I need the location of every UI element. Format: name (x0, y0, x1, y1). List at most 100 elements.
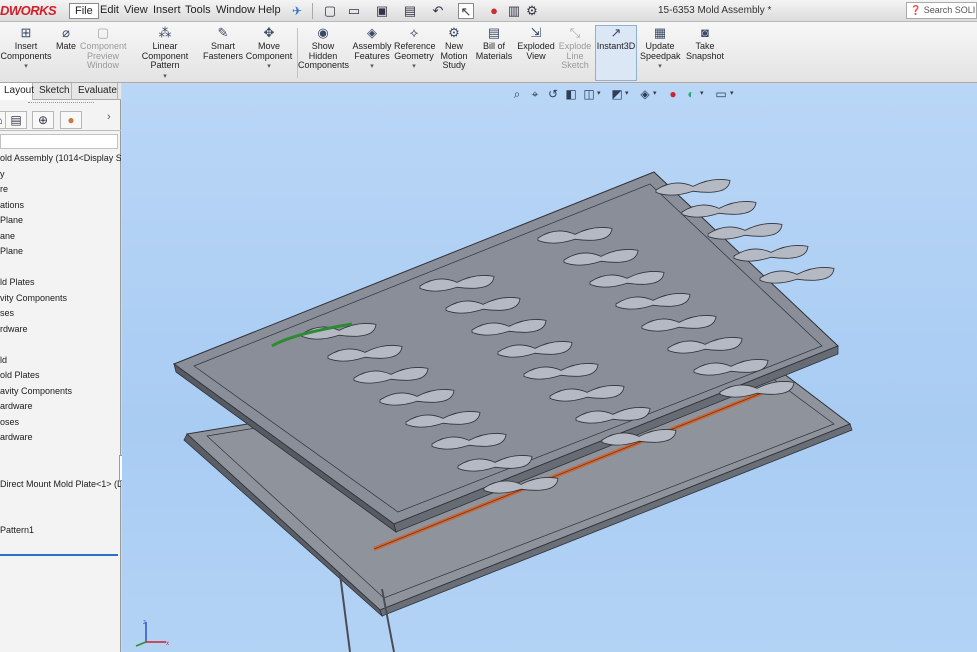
take-snapshot-label: Take Snapshot (685, 41, 725, 61)
bom-label: Bill of Materials (475, 41, 513, 61)
dropdown-caret[interactable]: ▾ (350, 62, 394, 72)
tree-item[interactable]: ane (0, 231, 121, 245)
pane-grip[interactable] (28, 102, 94, 106)
tree-item[interactable]: ld Plates (0, 277, 121, 291)
tree-item[interactable]: re (0, 184, 121, 198)
snapshot-icon: ◙ (701, 25, 709, 40)
dropdown-caret[interactable]: ▾ (640, 62, 680, 72)
tree-item[interactable] (0, 262, 121, 276)
new-icon[interactable]: ▢ (322, 3, 338, 19)
tab-layout[interactable]: Layout (0, 83, 34, 100)
tree-item[interactable]: ations (0, 200, 121, 214)
mate-label: Mate (55, 41, 76, 51)
instant3d-button[interactable]: ↗ Instant3D (595, 25, 637, 81)
chevron-right-icon[interactable]: › (107, 111, 111, 123)
search-input[interactable]: ❓ Search SOLIDWORKS (906, 2, 977, 19)
component-preview-icon: ▢ (96, 25, 110, 40)
print-icon[interactable]: ▤ (402, 3, 418, 19)
selection-line (0, 554, 118, 556)
tree-filter-input[interactable] (0, 134, 118, 149)
dropdown-caret[interactable]: ▾ (244, 62, 294, 72)
insert-components-button[interactable]: ⊞ Insert Components ▾ (0, 26, 52, 72)
tree-item[interactable]: Plane (0, 246, 121, 260)
mold-cavity (707, 223, 783, 240)
bom-icon: ▤ (487, 25, 501, 40)
select-icon[interactable]: ↖ (458, 3, 474, 19)
show-hidden-label: Show Hidden Components (298, 41, 350, 70)
dropdown-caret[interactable]: ▾ (128, 72, 202, 82)
reference-geometry-label: Reference Geometry (394, 41, 436, 61)
tree-item[interactable] (0, 463, 121, 477)
reference-geometry-icon: ⟡ (409, 25, 419, 40)
exploded-view-icon: ⇲ (530, 25, 542, 40)
linear-pattern-icon: ⁂ (158, 25, 172, 40)
speedpak-icon: ▦ (653, 25, 667, 40)
tree-item[interactable] (0, 339, 121, 353)
rebuild-icon[interactable]: ● (486, 3, 502, 19)
move-component-button[interactable]: ✥ Move Component ▾ (244, 26, 294, 72)
instant3d-label: Instant3D (596, 41, 636, 51)
pin-icon[interactable]: ✈ (292, 4, 302, 18)
move-component-icon: ✥ (263, 25, 275, 40)
exploded-view-button[interactable]: ⇲ Exploded View (516, 26, 556, 61)
tree-item[interactable]: old Assembly (1014<Display State- (0, 153, 121, 167)
show-hidden-button[interactable]: ◉ Show Hidden Components (298, 25, 350, 71)
mold-assembly-model[interactable] (122, 84, 977, 652)
command-tabs: Layout Sketch Evaluate (0, 83, 121, 100)
component-preview-button[interactable]: ▢ Component Preview Window (80, 25, 127, 71)
config-manager-icon[interactable]: ⊕ (32, 111, 54, 129)
smart-fasteners-button[interactable]: ✎ Smart Fasteners (203, 26, 243, 61)
property-manager-icon[interactable]: ▤ (5, 111, 27, 129)
explode-line-button[interactable]: ⤡ Explode Line Sketch (557, 26, 593, 71)
linear-pattern-button[interactable]: ⁂ Linear Component Pattern ▾ (128, 26, 202, 81)
motion-study-button[interactable]: ⚙ New Motion Study (437, 26, 471, 71)
tree-item[interactable]: Pattern1 (0, 525, 121, 539)
tree-item[interactable]: old Plates (0, 370, 121, 384)
tab-evaluate[interactable]: Evaluate (74, 83, 118, 100)
insert-components-label: Insert Components (0, 41, 52, 61)
save-icon[interactable]: ▣ (374, 3, 390, 19)
menu-help[interactable]: Help (253, 3, 286, 19)
exploded-view-label: Exploded View (517, 41, 555, 61)
smart-fasteners-icon: ✎ (217, 25, 229, 40)
tree-item[interactable]: rdware (0, 324, 121, 338)
instant3d-icon: ↗ (610, 25, 622, 40)
assembly-features-icon: ◈ (367, 25, 377, 40)
undo-icon[interactable]: ↶ (430, 3, 446, 19)
dropdown-caret[interactable]: ▾ (0, 62, 52, 72)
tree-item[interactable]: avity Components (0, 386, 121, 400)
tree-item[interactable]: vity Components (0, 293, 121, 307)
tree-item[interactable] (0, 448, 121, 462)
take-snapshot-button[interactable]: ◙ Take Snapshot (684, 26, 726, 61)
tree-item[interactable]: Plane (0, 215, 121, 229)
tree-item[interactable]: Direct Mount Mold Plate<1> (Defa (0, 479, 121, 493)
linear-pattern-label: Linear Component Pattern (141, 41, 189, 70)
tree-item[interactable]: ses (0, 308, 121, 322)
appearance-icon[interactable]: ● (60, 111, 82, 129)
bom-button[interactable]: ▤ Bill of Materials (474, 26, 514, 61)
mate-button[interactable]: ⌀ Mate (53, 26, 79, 52)
dropdown-caret[interactable]: ▾ (394, 62, 434, 72)
insert-components-icon: ⊞ (20, 25, 32, 40)
tree-item[interactable]: oses (0, 417, 121, 431)
options-icon[interactable]: ⚙ (524, 3, 540, 19)
mold-cavity (733, 245, 809, 262)
show-hidden-icon: ◉ (317, 25, 329, 40)
graphics-area[interactable]: ⌕ ⌖ ↺ ◧ ◫ ▾ ◩ ▾ ◈ ▾ ● ◐ ▾ ▭ ▾ z x (122, 84, 977, 652)
assembly-features-button[interactable]: ◈ Assembly Features ▾ (350, 26, 394, 72)
assembly-features-label: Assembly Features (352, 41, 392, 61)
tab-sketch[interactable]: Sketch (35, 83, 72, 100)
tree-item[interactable]: ld (0, 355, 121, 369)
file-properties-icon[interactable]: ▥ (506, 3, 522, 19)
tree-item[interactable] (0, 494, 121, 508)
open-icon[interactable]: ▭ (346, 3, 362, 19)
mold-cavity (681, 201, 757, 218)
svg-text:z: z (143, 620, 146, 626)
tree-item[interactable]: y (0, 169, 121, 183)
tree-item[interactable]: ardware (0, 432, 121, 446)
tree-item[interactable] (0, 510, 121, 524)
explode-line-label: Explode Line Sketch (558, 41, 592, 70)
reference-geometry-button[interactable]: ⟡ Reference Geometry ▾ (394, 25, 436, 72)
tree-item[interactable]: ardware (0, 401, 121, 415)
update-speedpak-button[interactable]: ▦ Update Speedpak ▾ (640, 25, 681, 72)
